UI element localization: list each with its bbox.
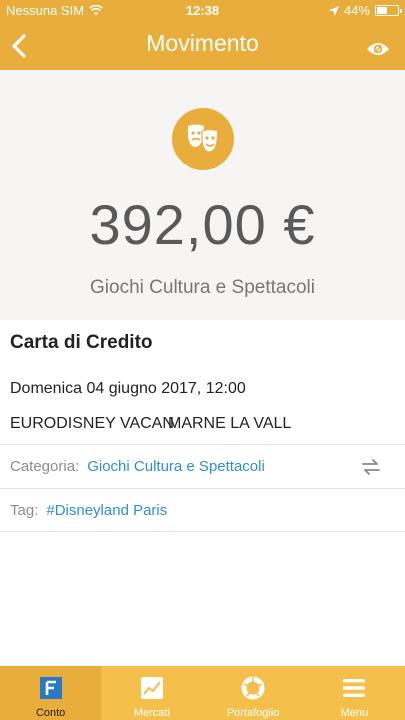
- payment-method: Carta di Credito: [10, 332, 153, 353]
- status-right: 44%: [328, 3, 402, 18]
- tab-conto[interactable]: Conto: [0, 666, 102, 720]
- transaction-summary: 392,00 € Giochi Cultura e Spettacoli: [0, 70, 405, 320]
- category-row[interactable]: Categoria: Giochi Cultura e Spettacoli: [0, 444, 405, 488]
- theater-masks-icon: [188, 124, 219, 153]
- category-label: Categoria:: [10, 458, 80, 475]
- tab-bar: Conto Mercati Portafoglio Menu: [0, 666, 405, 720]
- tab-label-mercati: Mercati: [133, 707, 170, 719]
- transaction-datetime: Domenica 04 giugno 2017, 12:00: [10, 380, 246, 397]
- battery-percent: 44%: [343, 3, 370, 18]
- transaction-amount: 392,00 €: [89, 193, 316, 256]
- transaction-category: Giochi Cultura e Spettacoli: [90, 277, 315, 298]
- tab-mercati[interactable]: Mercati: [101, 666, 202, 720]
- tag-row[interactable]: Tag: #Disneyland Paris: [0, 488, 405, 532]
- tab-portafoglio[interactable]: Portafoglio: [203, 666, 304, 720]
- app-header: Nessuna SIM 12:38 44% Movimento: [0, 0, 405, 70]
- conto-icon: [38, 675, 64, 701]
- merchant-city: MARNE LA VALL: [168, 415, 292, 432]
- chart-icon: [139, 675, 165, 701]
- category-badge: [172, 108, 234, 170]
- status-bar: Nessuna SIM 12:38 44%: [0, 0, 405, 22]
- location-arrow-icon: [328, 5, 339, 16]
- tab-menu[interactable]: Menu: [304, 666, 405, 720]
- merchant-name: EURODISNEY VACAN: [10, 415, 174, 432]
- tag-link[interactable]: #Disneyland Paris: [46, 502, 167, 519]
- tab-label-menu: Menu: [340, 707, 369, 719]
- hamburger-icon: [341, 675, 367, 701]
- tag-label: Tag:: [10, 501, 39, 519]
- visibility-toggle-button[interactable]: [365, 37, 391, 61]
- eye-icon: [367, 43, 389, 55]
- category-link[interactable]: Giochi Cultura e Spettacoli: [87, 458, 265, 475]
- nav-bar: Movimento: [0, 22, 405, 70]
- page-title: Movimento: [146, 30, 259, 56]
- battery-icon: [375, 5, 402, 16]
- tab-label-conto: Conto: [35, 707, 66, 719]
- battery-level: [377, 7, 387, 14]
- swap-icon[interactable]: [361, 457, 381, 477]
- tab-label-portafoglio: Portafoglio: [226, 707, 280, 719]
- portfolio-icon: [240, 675, 266, 701]
